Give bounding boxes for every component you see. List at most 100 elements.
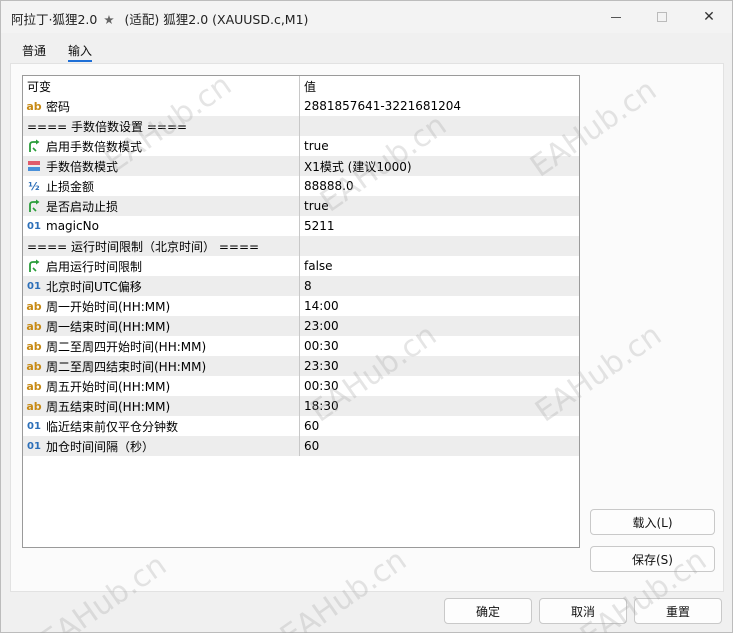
boolean-type-icon: [27, 139, 41, 153]
parameter-name: 启用手数倍数模式: [46, 139, 143, 154]
integer-type-icon: 01: [27, 220, 41, 232]
parameter-row[interactable]: 01 临近结束前仅平仓分钟数 60: [23, 416, 579, 436]
integer-type-icon: 01: [27, 420, 41, 432]
parameter-name: magicNo: [46, 219, 99, 233]
parameter-row[interactable]: 01 北京时间UTC偏移 8: [23, 276, 579, 296]
integer-type-icon: 01: [27, 440, 41, 452]
parameter-name: 加仓时间间隔（秒）: [46, 439, 155, 454]
parameter-row[interactable]: ab 密码 2881857641-3221681204: [23, 96, 579, 116]
parameter-name-cell[interactable]: ab 周五开始时间(HH:MM): [23, 376, 300, 396]
parameter-name-cell[interactable]: 01 北京时间UTC偏移: [23, 276, 300, 296]
parameter-value[interactable]: 8: [300, 276, 579, 296]
parameter-row[interactable]: ab 周二至周四开始时间(HH:MM) 00:30: [23, 336, 579, 356]
parameter-name-cell[interactable]: 手数倍数模式: [23, 156, 300, 176]
parameter-value[interactable]: 23:00: [300, 316, 579, 336]
parameter-name: 周五结束时间(HH:MM): [46, 399, 171, 414]
tab-inputs[interactable]: 输入: [68, 42, 92, 59]
parameter-row[interactable]: ab 周五结束时间(HH:MM) 18:30: [23, 396, 579, 416]
table-header: 可变 值: [23, 76, 579, 96]
parameter-name-cell[interactable]: 启用运行时间限制: [23, 256, 300, 276]
title-bar[interactable]: 阿拉丁·狐狸2.0 ★ (适配) 狐狸2.0 (XAUUSD.c,M1) ✕: [1, 1, 732, 33]
parameter-name-cell[interactable]: 01 magicNo: [23, 216, 300, 236]
double-type-icon: ½: [28, 179, 40, 193]
parameters-table[interactable]: 可变 值 ab 密码 2881857641-3221681204 ==== 手数倍数设…: [22, 75, 580, 548]
parameter-name: 止损金额: [46, 179, 95, 194]
parameter-row[interactable]: 01 加仓时间间隔（秒） 60: [23, 436, 579, 456]
parameter-row[interactable]: 01 magicNo 5211: [23, 216, 579, 236]
parameter-row[interactable]: ab 周一结束时间(HH:MM) 23:00: [23, 316, 579, 336]
parameter-name-cell[interactable]: 01 临近结束前仅平仓分钟数: [23, 416, 300, 436]
parameter-value[interactable]: [300, 236, 579, 256]
parameter-name: 北京时间UTC偏移: [46, 279, 142, 294]
parameter-value[interactable]: X1模式 (建议1000): [300, 156, 579, 176]
maximize-icon: [657, 12, 667, 22]
minimize-button[interactable]: [593, 1, 639, 33]
parameter-name: 手数倍数模式: [46, 159, 119, 174]
column-header-variable[interactable]: 可变: [23, 76, 300, 96]
title-ea-context: (适配) 狐狸2.0 (XAUUSD.c,M1): [124, 12, 309, 27]
reset-button[interactable]: 重置: [634, 598, 722, 624]
parameter-row[interactable]: 启用手数倍数模式 true: [23, 136, 579, 156]
string-type-icon: ab: [26, 399, 42, 413]
parameter-value[interactable]: true: [300, 136, 579, 156]
parameter-name-cell[interactable]: 启用手数倍数模式: [23, 136, 300, 156]
tab-general[interactable]: 普通: [22, 42, 46, 59]
parameter-row[interactable]: ab 周五开始时间(HH:MM) 00:30: [23, 376, 579, 396]
parameter-name: ==== 手数倍数设置 ====: [27, 119, 188, 134]
maximize-button: [639, 1, 685, 33]
cancel-button[interactable]: 取消: [539, 598, 627, 624]
parameter-name-cell[interactable]: ab 周二至周四结束时间(HH:MM): [23, 356, 300, 376]
string-type-icon: ab: [26, 359, 42, 373]
parameter-value[interactable]: 23:30: [300, 356, 579, 376]
parameter-value[interactable]: true: [300, 196, 579, 216]
parameter-value[interactable]: [300, 116, 579, 136]
close-icon: ✕: [703, 9, 715, 25]
string-type-icon: ab: [26, 379, 42, 393]
load-button[interactable]: 载入(L): [590, 509, 715, 535]
parameter-name-cell[interactable]: ==== 手数倍数设置 ====: [23, 116, 300, 136]
parameter-name-cell[interactable]: ab 周二至周四开始时间(HH:MM): [23, 336, 300, 356]
parameter-row[interactable]: ab 周一开始时间(HH:MM) 14:00: [23, 296, 579, 316]
window-title: 阿拉丁·狐狸2.0 ★ (适配) 狐狸2.0 (XAUUSD.c,M1): [11, 9, 308, 28]
parameter-value[interactable]: 00:30: [300, 376, 579, 396]
string-type-icon: ab: [26, 299, 42, 313]
parameter-name: 临近结束前仅平仓分钟数: [46, 419, 179, 434]
parameter-row[interactable]: 手数倍数模式 X1模式 (建议1000): [23, 156, 579, 176]
parameter-name-cell[interactable]: 是否启动止损: [23, 196, 300, 216]
parameter-name: 周一开始时间(HH:MM): [46, 299, 171, 314]
parameter-name-cell[interactable]: ½ 止损金额: [23, 176, 300, 196]
section-header-row[interactable]: ==== 手数倍数设置 ====: [23, 116, 579, 136]
title-ea-name: 阿拉丁·狐狸2.0: [11, 12, 98, 27]
parameter-value[interactable]: 00:30: [300, 336, 579, 356]
parameter-value[interactable]: 88888.0: [300, 176, 579, 196]
parameter-row[interactable]: 是否启动止损 true: [23, 196, 579, 216]
save-button[interactable]: 保存(S): [590, 546, 715, 572]
integer-type-icon: 01: [27, 280, 41, 292]
parameter-name-cell[interactable]: ab 周一开始时间(HH:MM): [23, 296, 300, 316]
ok-button[interactable]: 确定: [444, 598, 532, 624]
parameter-value[interactable]: 14:00: [300, 296, 579, 316]
minimize-icon: [611, 16, 621, 18]
parameter-value[interactable]: false: [300, 256, 579, 276]
section-header-row[interactable]: ==== 运行时间限制（北京时间） ====: [23, 236, 579, 256]
column-header-value[interactable]: 值: [300, 76, 579, 96]
parameter-row[interactable]: ab 周二至周四结束时间(HH:MM) 23:30: [23, 356, 579, 376]
parameter-value[interactable]: 2881857641-3221681204: [300, 96, 579, 116]
parameter-name: 密码: [46, 99, 71, 114]
parameter-value[interactable]: 60: [300, 436, 579, 456]
parameter-name: 周五开始时间(HH:MM): [46, 379, 171, 394]
parameter-name: ==== 运行时间限制（北京时间） ====: [27, 239, 260, 254]
close-button[interactable]: ✕: [686, 1, 732, 33]
parameter-name-cell[interactable]: ab 密码: [23, 96, 300, 116]
parameter-row[interactable]: ½ 止损金额 88888.0: [23, 176, 579, 196]
parameter-name-cell[interactable]: ab 周五结束时间(HH:MM): [23, 396, 300, 416]
parameter-name-cell[interactable]: 01 加仓时间间隔（秒）: [23, 436, 300, 456]
parameter-value[interactable]: 60: [300, 416, 579, 436]
parameter-name-cell[interactable]: ==== 运行时间限制（北京时间） ====: [23, 236, 300, 256]
parameter-name-cell[interactable]: ab 周一结束时间(HH:MM): [23, 316, 300, 336]
parameter-value[interactable]: 5211: [300, 216, 579, 236]
parameter-value[interactable]: 18:30: [300, 396, 579, 416]
string-type-icon: ab: [26, 339, 42, 353]
boolean-type-icon: [27, 199, 41, 213]
parameter-row[interactable]: 启用运行时间限制 false: [23, 256, 579, 276]
